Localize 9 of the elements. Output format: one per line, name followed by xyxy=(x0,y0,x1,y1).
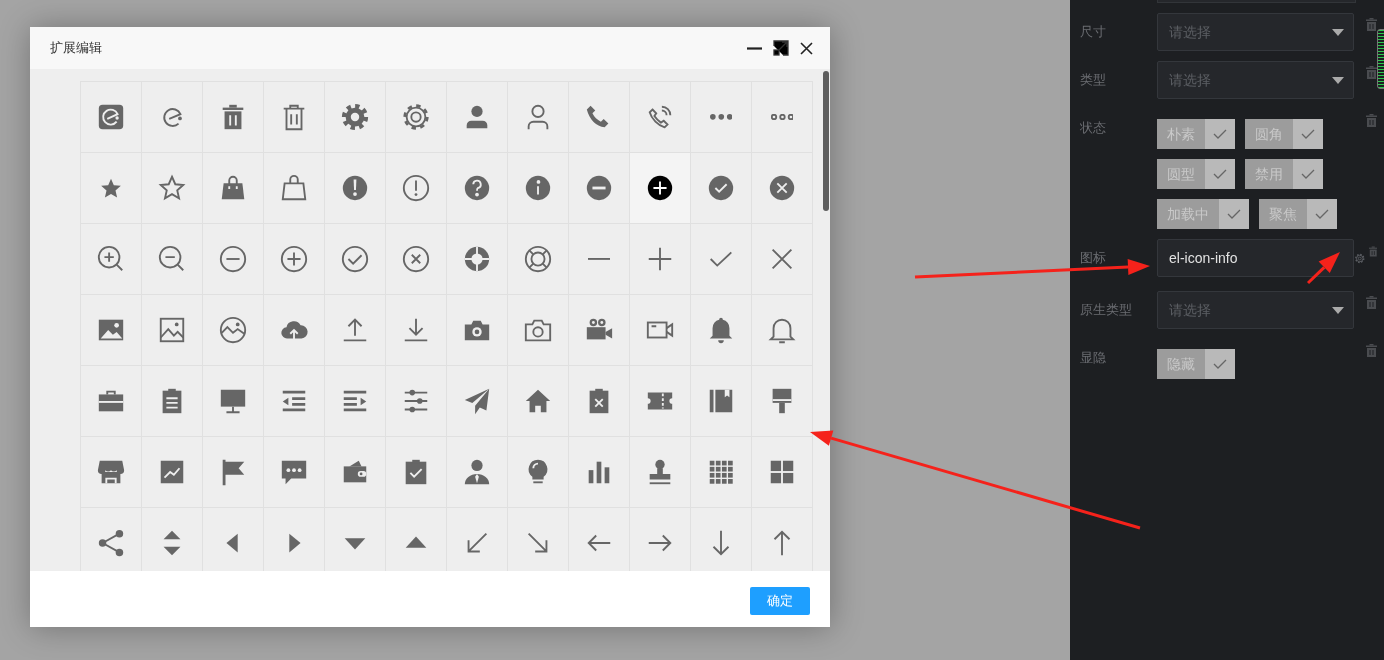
field-label: 显隐 xyxy=(1080,349,1107,367)
dialog-title: 扩展编辑 xyxy=(50,39,103,57)
field-label: 状态 xyxy=(1080,119,1107,137)
field-label: 类型 xyxy=(1080,71,1107,89)
confirm-button[interactable]: 确定 xyxy=(750,587,810,615)
field-label: 图标 xyxy=(1080,249,1107,267)
field-label: 原生类型 xyxy=(1080,301,1133,319)
field-label: 尺寸 xyxy=(1080,23,1107,41)
input-field[interactable]: el-icon-info xyxy=(1157,239,1354,277)
